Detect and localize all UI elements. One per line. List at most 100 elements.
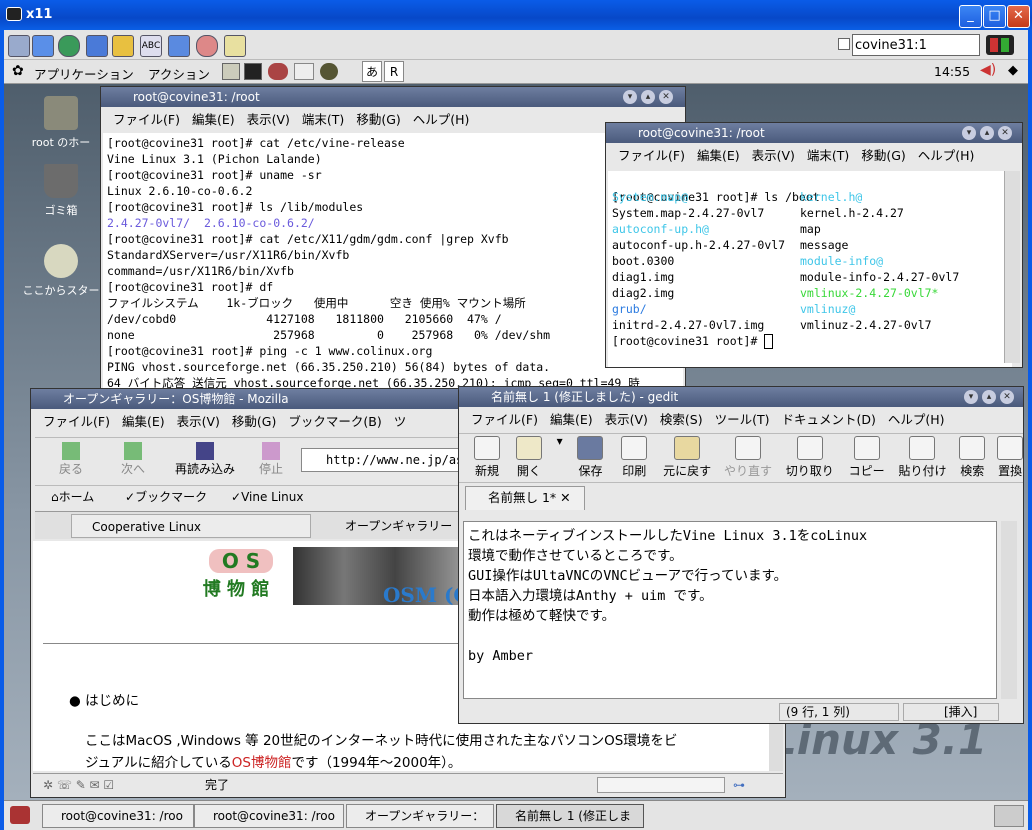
browser-icon[interactable] — [268, 63, 288, 80]
menu-tools[interactable]: ツ — [394, 414, 407, 429]
flag-icon[interactable] — [112, 35, 134, 57]
menu-edit[interactable]: 編集(E) — [122, 414, 165, 429]
menu-help[interactable]: ヘルプ(H) — [918, 148, 975, 163]
close-button[interactable]: ✕ — [659, 90, 673, 104]
terminal-2-title-bar[interactable]: root@covine31: /root ▾ ▴ ✕ — [606, 123, 1022, 143]
find-button[interactable]: 検索 — [955, 434, 989, 479]
foot-icon[interactable]: ✿ — [12, 63, 24, 79]
menu-go[interactable]: 移動(G) — [232, 414, 276, 429]
open-recent-dropdown[interactable]: ▾ — [553, 434, 567, 448]
menu-button[interactable]: ▾ — [623, 90, 637, 104]
vine-bookmark[interactable]: ✓Vine Linux — [231, 486, 303, 508]
menu-go[interactable]: 移動(G) — [356, 112, 400, 127]
menu-go[interactable]: 移動(G) — [861, 148, 905, 163]
desktop-icon-start[interactable]: ここからスター — [16, 244, 106, 298]
refresh-icon[interactable] — [86, 35, 108, 57]
forward-button[interactable]: 次へ — [111, 442, 155, 477]
menu-help[interactable]: ヘルプ(H) — [413, 112, 470, 127]
cut-button[interactable]: 切り取り — [780, 434, 840, 479]
close-button[interactable]: ✕ — [1007, 5, 1030, 28]
terminal-1-title-bar[interactable]: root@covine31: /root ▾ ▴ ✕ — [101, 87, 685, 107]
info-icon[interactable] — [168, 35, 190, 57]
menu-file[interactable]: ファイル(F) — [113, 112, 180, 127]
paste-button[interactable]: 貼り付け — [893, 434, 951, 479]
menu-edit[interactable]: 編集(E) — [550, 412, 593, 427]
menu-button[interactable]: ▾ — [964, 390, 978, 404]
close-button[interactable]: ✕ — [998, 126, 1012, 140]
home-bookmark[interactable]: ⌂ホーム — [51, 486, 94, 508]
print-button[interactable]: 印刷 — [614, 434, 654, 479]
close-tab-icon[interactable]: ✕ — [560, 490, 570, 505]
minimize-button[interactable]: ▴ — [980, 126, 994, 140]
workspace-switcher[interactable] — [994, 805, 1024, 827]
menu-search[interactable]: 検索(S) — [660, 412, 703, 427]
home-icon[interactable] — [222, 63, 240, 80]
actions-menu[interactable]: アクション — [148, 64, 210, 83]
copy-button[interactable]: コピー — [844, 434, 890, 479]
minimize-button[interactable]: _ — [959, 5, 982, 28]
scrollbar[interactable] — [1004, 171, 1020, 363]
show-desktop-icon[interactable] — [10, 806, 30, 824]
terminal-2-output[interactable]: [root@covine31 root]# ls /boot System.map… — [608, 171, 1012, 367]
bookmarks-button[interactable]: ✓ブックマーク — [125, 486, 207, 508]
menu-view[interactable]: 表示(V) — [177, 414, 220, 429]
help-icon[interactable] — [196, 35, 218, 57]
terminal-1-output[interactable]: [root@covine31 root]# cat /etc/vine-rele… — [103, 133, 683, 395]
editor-scrollbar[interactable] — [1001, 521, 1017, 699]
desktop-icon-trash[interactable]: ゴミ箱 — [16, 164, 106, 218]
minimize-button[interactable]: ▴ — [641, 90, 655, 104]
text-abc-icon[interactable]: ABC — [140, 35, 162, 57]
connect-icon[interactable] — [986, 35, 1014, 55]
task-gedit[interactable]: 名前無し 1 (修正しま — [496, 804, 644, 828]
menu-button[interactable]: ▾ — [962, 126, 976, 140]
input-mode-button[interactable]: あ — [362, 61, 382, 82]
menu-bookmarks[interactable]: ブックマーク(B) — [288, 414, 381, 429]
edit-icon[interactable] — [224, 35, 246, 57]
menu-file[interactable]: ファイル(F) — [618, 148, 685, 163]
menu-view[interactable]: 表示(V) — [752, 148, 795, 163]
task-mozilla[interactable]: オープンギャラリー： — [346, 804, 494, 828]
menu-terminal[interactable]: 端末(T) — [302, 112, 344, 127]
os-museum-link[interactable]: OS博物館 — [232, 755, 292, 771]
reload-button[interactable]: 再読み込み — [167, 442, 243, 477]
text-editor[interactable]: これはネーティブインストールしたVine Linux 3.1をcoLinux 環境… — [463, 521, 997, 699]
back-button[interactable]: 戻る — [49, 442, 93, 477]
terminal-icon[interactable] — [244, 63, 262, 80]
input-r-button[interactable]: R — [384, 61, 404, 82]
online-icon[interactable]: ⊶ — [733, 774, 745, 796]
window-icon[interactable] — [32, 35, 54, 57]
new-button[interactable]: 新規 — [469, 434, 505, 479]
menu-view[interactable]: 表示(V) — [605, 412, 648, 427]
menu-edit[interactable]: 編集(E) — [192, 112, 235, 127]
close-button[interactable]: ✕ — [1000, 390, 1014, 404]
tab-cooperative-linux[interactable]: Cooperative Linux — [71, 514, 311, 538]
replace-button[interactable]: 置換 — [993, 434, 1027, 479]
bug-icon[interactable] — [320, 63, 338, 80]
save-button[interactable]: 保存 — [570, 434, 610, 479]
volume-icon[interactable]: ◀) — [980, 62, 996, 78]
task-terminal-1[interactable]: root@covine31: /roo — [42, 804, 194, 828]
menu-terminal[interactable]: 端末(T) — [807, 148, 849, 163]
stop-button[interactable]: 停止 — [249, 442, 293, 477]
menu-edit[interactable]: 編集(E) — [697, 148, 740, 163]
checkbox[interactable] — [838, 38, 850, 50]
url-bar[interactable]: http://www.ne.jp/as — [301, 448, 461, 472]
minimize-button[interactable]: ▴ — [982, 390, 996, 404]
menu-tools[interactable]: ツール(T) — [715, 412, 770, 427]
open-button[interactable]: 開く — [509, 434, 549, 479]
menu-documents[interactable]: ドキュメント(D) — [782, 412, 876, 427]
menu-help[interactable]: ヘルプ(H) — [888, 412, 945, 427]
host-field[interactable] — [852, 34, 980, 56]
maximize-button[interactable]: □ — [983, 5, 1006, 28]
menu-file[interactable]: ファイル(F) — [471, 412, 538, 427]
gedit-title-bar[interactable]: 名前無し 1 (修正しました) - gedit ▾ ▴ ✕ — [459, 387, 1023, 407]
applications-menu[interactable]: アプリケーション — [34, 64, 134, 83]
menu-file[interactable]: ファイル(F) — [43, 414, 110, 429]
undo-button[interactable]: 元に戻す — [658, 434, 716, 479]
network-icon[interactable] — [8, 35, 30, 57]
desktop-icon-home[interactable]: root のホー — [16, 96, 106, 150]
globe-icon[interactable] — [58, 35, 80, 57]
document-tab[interactable]: 名前無し 1* ✕ — [465, 486, 585, 510]
tray-icon[interactable]: ◆ — [1008, 63, 1018, 78]
task-terminal-2[interactable]: root@covine31: /roo — [194, 804, 344, 828]
